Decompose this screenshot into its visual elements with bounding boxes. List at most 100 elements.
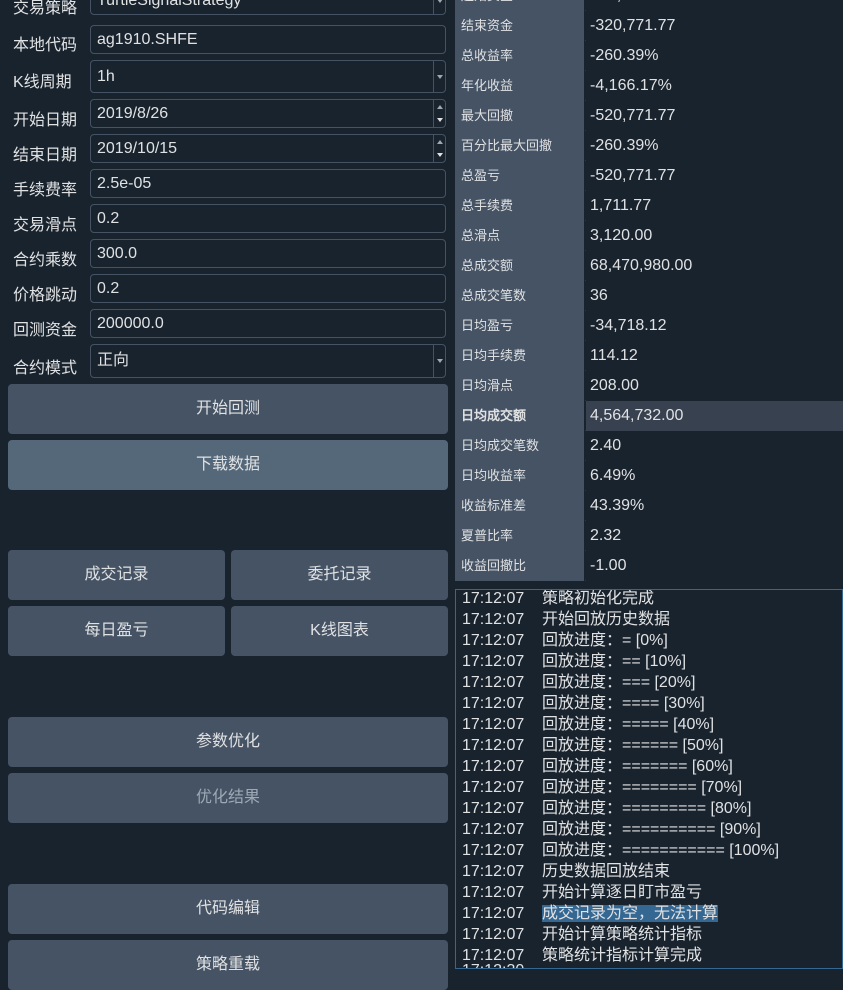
mode-label: 合约模式 [13,360,78,377]
statistics-table: 起始资金200,000.00结束资金-320,771.77总收益率-260.39… [455,0,843,581]
order-records-button[interactable]: 委托记录 [231,550,448,600]
stat-value: -34,718.12 [586,311,843,341]
stat-key: 日均成交额 [455,401,585,431]
download-data-button[interactable]: 下载数据 [8,440,448,490]
symbol-value: ag1910.SHFE [97,31,198,48]
stat-value: -320,771.77 [586,11,843,41]
log-panel[interactable]: 17:12:07 策略初始化完成 17:12:07 开始回放历史数据 17:12:07 回… [455,589,843,969]
log-message: 策略统计指标计算完成 [542,947,703,964]
stat-key: 总收益率 [455,41,585,71]
rate-input[interactable]: 2.5e-05 [90,169,446,198]
mode-combo[interactable]: 正向 [90,344,446,378]
slippage-value: 0.2 [97,210,120,227]
stat-value: 208.00 [586,371,843,401]
optimize-result-button[interactable]: 优化结果 [8,773,448,823]
stat-key: 日均成交笔数 [455,431,585,461]
daily-pnl-button[interactable]: 每日盈亏 [8,606,225,656]
stat-value: 6.49% [586,461,843,491]
log-time: 17:12:30 [462,962,542,968]
stat-key: 日均收益率 [455,461,585,491]
stat-key: 年化收益 [455,71,585,101]
stat-value: 4,564,732.00 [586,401,843,431]
code-edit-button[interactable]: 代码编辑 [8,884,448,934]
stat-key: 起始资金 [455,0,585,11]
stat-value: 43.39% [586,491,843,521]
chevron-down-icon[interactable] [433,0,445,14]
strategy-label: 交易策略 [13,0,78,17]
size-value: 300.0 [97,245,138,262]
stat-key: 结束资金 [455,11,585,41]
stat-key: 总成交笔数 [455,281,585,311]
stat-value: 36 [586,281,843,311]
stat-key: 总手续费 [455,191,585,221]
stat-row: 日均手续费 114.12 [455,341,843,371]
interval-combo[interactable]: 1h [90,60,446,93]
stat-value: 114.12 [586,341,843,371]
stat-value: -4,166.17% [586,71,843,101]
spin-arrows-icon[interactable] [433,100,445,127]
stat-key: 日均手续费 [455,341,585,371]
stat-value: 3,120.00 [586,221,843,251]
strategy-combo[interactable]: TurtleSignalStrategy [90,0,446,15]
stat-row: 总盈亏 -520,771.77 [455,161,843,191]
stat-key: 日均滑点 [455,371,585,401]
stat-row: 日均滑点 208.00 [455,371,843,401]
stat-row: 总手续费 1,711.77 [455,191,843,221]
start-date-edit[interactable]: 2019/8/26 [90,99,446,128]
stat-value: 2.40 [586,431,843,461]
stat-value: 2.32 [586,521,843,551]
stat-row: 结束资金 -320,771.77 [455,11,843,41]
param-optimize-button[interactable]: 参数优化 [8,717,448,767]
spin-arrows-icon[interactable] [433,135,445,162]
stat-row: 收益标准差 43.39% [455,491,843,521]
stat-row: 日均盈亏 -34,718.12 [455,311,843,341]
start-date-label: 开始日期 [13,112,78,129]
stat-key: 夏普比率 [455,521,585,551]
stat-row: 日均收益率 6.49% [455,461,843,491]
size-label: 合约乘数 [13,252,78,269]
rate-label: 手续费率 [13,182,78,199]
stat-value: -520,771.77 [586,101,843,131]
stat-value: -520,771.77 [586,161,843,191]
stat-value: -260.39% [586,41,843,71]
stat-row: 百分比最大回撤 -260.39% [455,131,843,161]
trade-records-button[interactable]: 成交记录 [8,550,225,600]
stat-row: 起始资金200,000.00 [455,0,843,11]
stat-key: 总滑点 [455,221,585,251]
end-date-label: 结束日期 [13,147,78,164]
symbol-input[interactable]: ag1910.SHFE [90,25,446,54]
symbol-label: 本地代码 [13,37,78,54]
start-date-value: 2019/8/26 [97,105,169,122]
stat-row: 收益回撤比 -1.00 [455,551,843,581]
log-line: 17:12:30 [462,962,542,968]
stat-row: 总成交笔数 36 [455,281,843,311]
slippage-label: 交易滑点 [13,217,78,234]
stat-key: 百分比最大回撤 [455,131,585,161]
chevron-down-icon[interactable] [433,61,445,92]
stat-value: -1.00 [586,551,843,581]
rate-value: 2.5e-05 [97,175,152,192]
stat-value: -260.39% [586,131,843,161]
end-date-edit[interactable]: 2019/10/15 [90,134,446,163]
chevron-down-icon[interactable] [433,345,445,377]
stat-value: 1,711.77 [586,191,843,221]
stat-key: 收益标准差 [455,491,585,521]
pricetick-value: 0.2 [97,280,120,297]
stat-key: 收益回撤比 [455,551,585,581]
stat-row: 总成交额 68,470,980.00 [455,251,843,281]
start-backtest-button[interactable]: 开始回测 [8,384,448,434]
stat-row: 总滑点 3,120.00 [455,221,843,251]
size-input[interactable]: 300.0 [90,239,446,268]
slippage-input[interactable]: 0.2 [90,204,446,233]
kline-chart-button[interactable]: K线图表 [231,606,448,656]
strategy-value: TurtleSignalStrategy [97,0,242,9]
capital-input[interactable]: 200000.0 [90,309,446,338]
strategy-reload-button[interactable]: 策略重载 [8,940,448,990]
capital-label: 回测资金 [13,322,78,339]
stat-row: 夏普比率 2.32 [455,521,843,551]
stat-value: 200,000.00 [586,0,843,11]
end-date-value: 2019/10/15 [97,140,178,157]
stat-row: 最大回撤 -520,771.77 [455,101,843,131]
pricetick-input[interactable]: 0.2 [90,274,446,303]
stat-row: 总收益率 -260.39% [455,41,843,71]
